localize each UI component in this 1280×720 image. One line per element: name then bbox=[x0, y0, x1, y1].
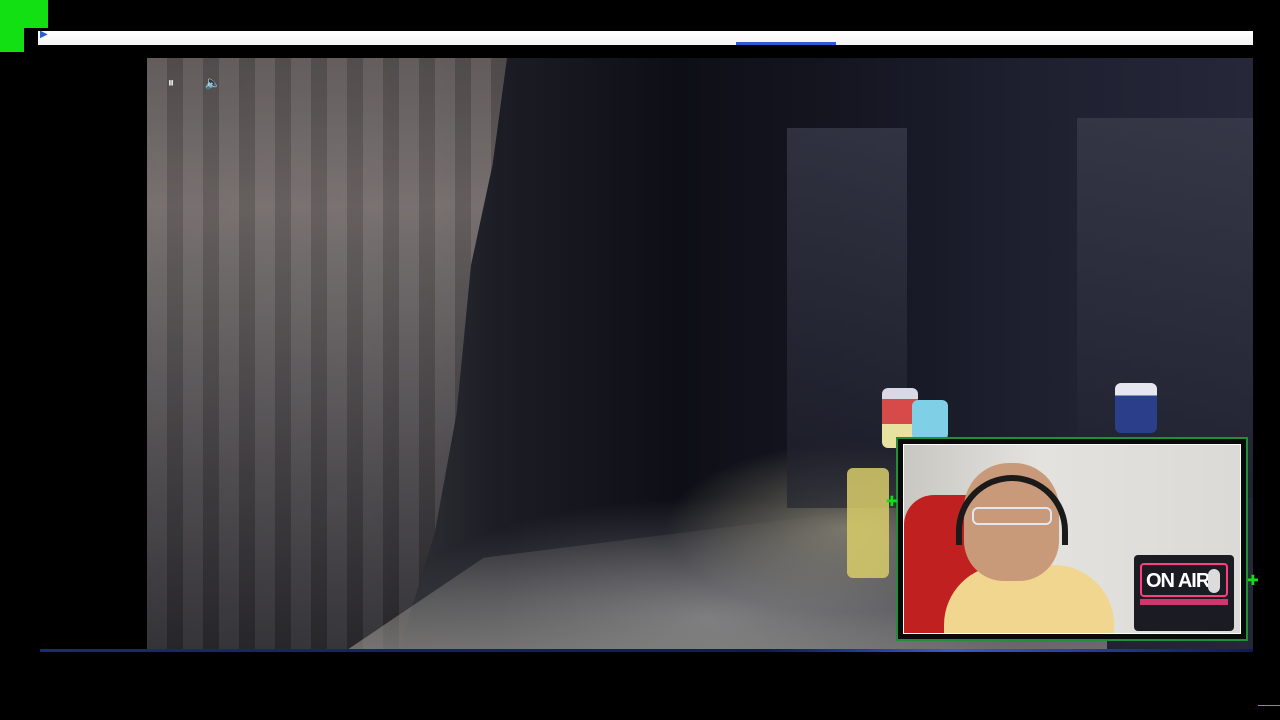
yellow-bag bbox=[847, 468, 889, 578]
hiker-figure bbox=[1115, 383, 1157, 433]
pause-icon[interactable]: ⏸ bbox=[162, 74, 180, 92]
glasses bbox=[972, 507, 1052, 525]
cave-wall bbox=[147, 58, 507, 650]
video-progress-bar[interactable] bbox=[40, 649, 1253, 652]
on-air-sign: ON AIR bbox=[1134, 555, 1234, 631]
cave-pillar bbox=[787, 128, 907, 508]
on-air-subtitle-bar bbox=[1140, 599, 1228, 605]
frame-handle-icon: ✚ bbox=[886, 493, 898, 509]
stream-canvas: ▶ ⏸ 🔈 ON AIR ✚ ✚ bbox=[0, 0, 1280, 720]
webcam-feed: ON AIR bbox=[903, 444, 1241, 634]
frame-handle-icon: ✚ bbox=[1247, 572, 1259, 588]
webcam-overlay: ON AIR bbox=[896, 437, 1248, 641]
site-logo-icon: ▶ bbox=[40, 29, 48, 40]
browser-top-strip bbox=[38, 31, 1253, 45]
corner-line bbox=[1258, 705, 1280, 706]
on-air-box: ON AIR bbox=[1140, 563, 1228, 597]
on-air-label: ON AIR bbox=[1146, 570, 1210, 592]
volume-icon[interactable]: 🔈 bbox=[204, 74, 222, 92]
microphone-icon bbox=[1208, 569, 1220, 593]
hiker-backpack bbox=[912, 400, 948, 440]
top-strip-accent bbox=[736, 42, 836, 45]
